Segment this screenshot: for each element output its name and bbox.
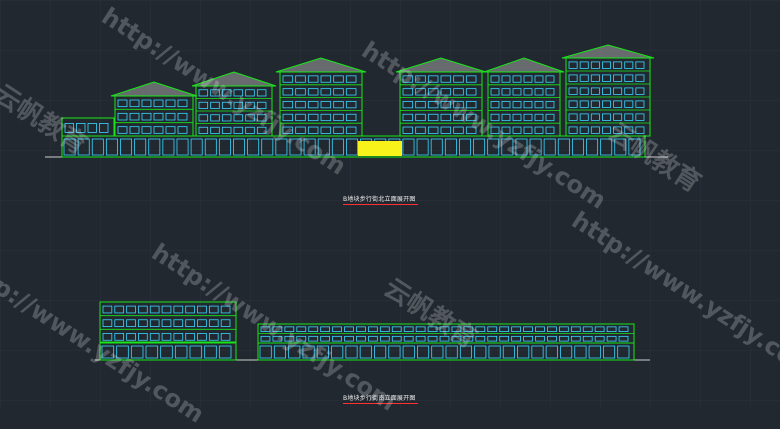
north-caption-underline [343, 204, 418, 205]
north-highlighted-shopfront [358, 141, 402, 156]
south-elevation-caption: B地块步行街南立面展开图 [343, 395, 416, 402]
north-elevation-caption: B地块步行街北立面展开图 [343, 196, 416, 203]
south-caption-underline [343, 403, 418, 404]
